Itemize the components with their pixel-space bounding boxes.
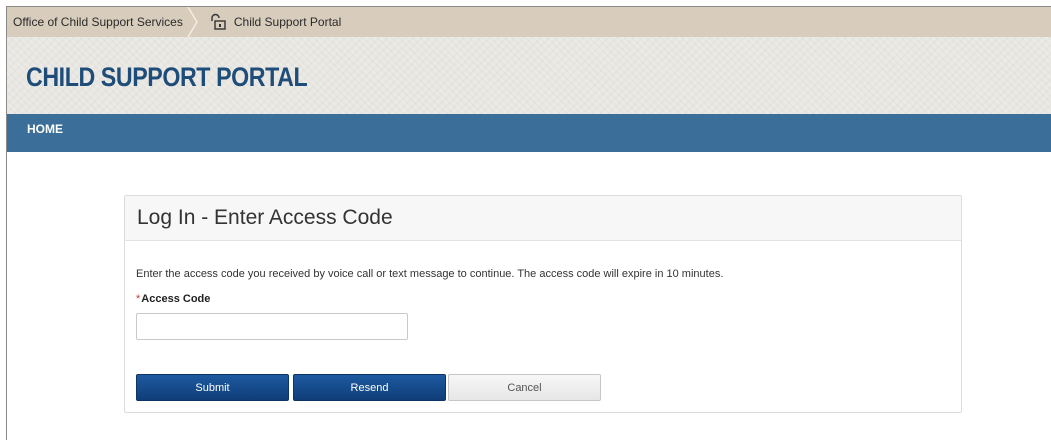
site-title: CHILD SUPPORT PORTAL: [26, 62, 308, 92]
breadcrumb-chevron-icon: [186, 7, 203, 37]
cancel-button[interactable]: Cancel: [448, 374, 601, 401]
breadcrumb: Office of Child Support Services Child S…: [7, 7, 1051, 37]
site-header: CHILD SUPPORT PORTAL: [7, 37, 1051, 114]
breadcrumb-item-label: Office of Child Support Services: [13, 15, 183, 29]
login-card: Log In - Enter Access Code Enter the acc…: [124, 195, 962, 413]
access-code-label-text: Access Code: [141, 293, 211, 305]
breadcrumb-item-portal[interactable]: Child Support Portal: [203, 7, 341, 37]
access-code-instructions: Enter the access code you received by vo…: [136, 268, 724, 280]
nav-home-link[interactable]: HOME: [27, 114, 63, 144]
breadcrumb-item-office[interactable]: Office of Child Support Services: [7, 7, 187, 37]
access-code-label: *Access Code: [136, 293, 210, 305]
login-card-header: Log In - Enter Access Code: [125, 196, 961, 241]
submit-button[interactable]: Submit: [136, 374, 289, 401]
main-nav: HOME: [7, 114, 1051, 152]
page-frame: Office of Child Support Services Child S…: [6, 6, 1051, 440]
resend-button[interactable]: Resend: [293, 374, 446, 401]
login-title: Log In - Enter Access Code: [137, 206, 393, 229]
access-code-input[interactable]: [136, 313, 408, 340]
lock-icon: [209, 13, 227, 31]
breadcrumb-item-label: Child Support Portal: [233, 15, 342, 29]
required-marker: *: [136, 293, 141, 305]
